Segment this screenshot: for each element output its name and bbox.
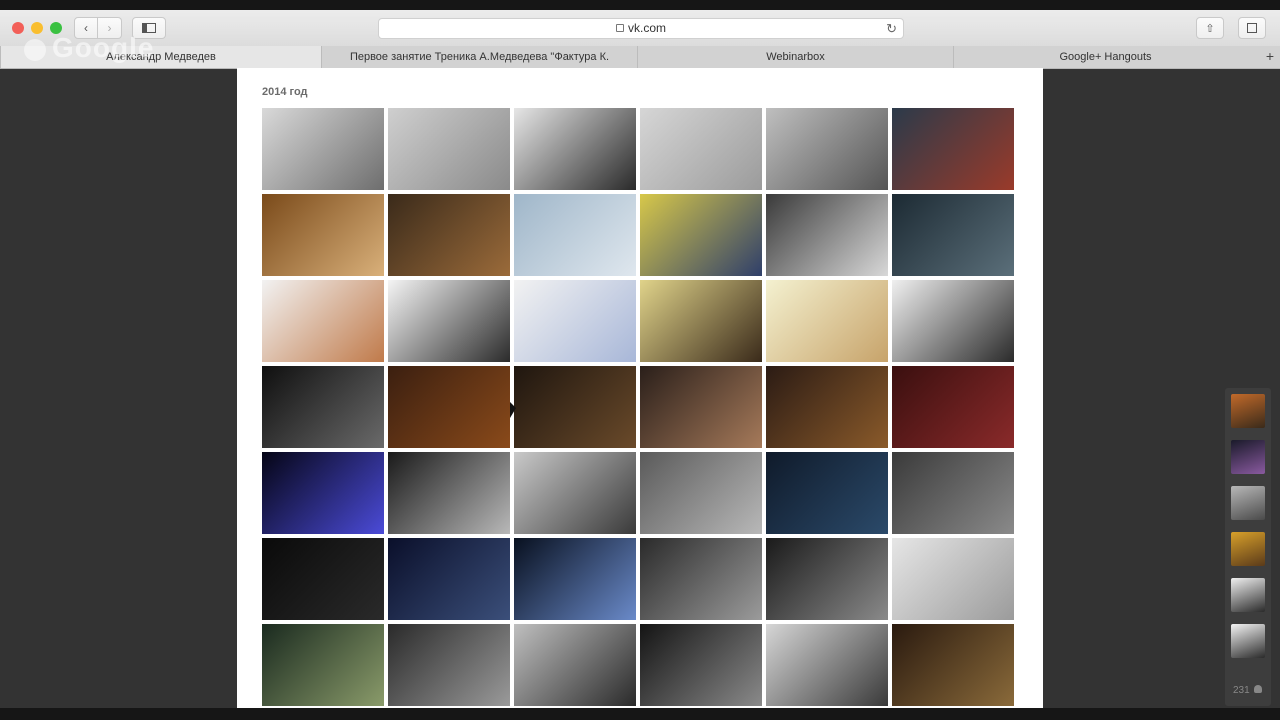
photo-thumbnail[interactable] — [766, 452, 888, 534]
photo-thumbnail[interactable] — [262, 108, 384, 190]
photo-thumbnail[interactable] — [388, 108, 510, 190]
tab-3[interactable]: Webinarbox — [637, 46, 953, 68]
year-heading: 2014 год — [262, 86, 308, 98]
participant-avatar[interactable] — [1231, 624, 1265, 658]
photo-thumbnail[interactable] — [388, 280, 510, 362]
share-button[interactable]: ⇧ — [1196, 17, 1224, 39]
person-icon — [1253, 685, 1262, 693]
photo-thumbnail[interactable] — [388, 624, 510, 706]
photo-thumbnail[interactable] — [388, 194, 510, 276]
address-bar[interactable]: vk.com ↻ — [378, 18, 904, 39]
tab-2[interactable]: Первое занятие Треника А.Медведева "Факт… — [321, 46, 637, 68]
watermark-text: Google — [52, 32, 155, 63]
participant-avatar[interactable] — [1231, 578, 1265, 612]
tab-label: Первое занятие Треника А.Медведева "Факт… — [349, 51, 610, 63]
photo-thumbnail[interactable] — [262, 538, 384, 620]
hangout-filmstrip: 231 — [1225, 388, 1271, 706]
show-tabs-button[interactable] — [1238, 17, 1266, 39]
photo-thumbnail[interactable] — [640, 108, 762, 190]
vk-photo-page: 2014 год — [237, 68, 1043, 708]
photo-grid — [262, 108, 1018, 706]
photo-thumbnail[interactable] — [388, 366, 510, 448]
tabs-icon — [1247, 23, 1257, 33]
photo-thumbnail[interactable] — [892, 624, 1014, 706]
share-icon: ⇧ — [1205, 22, 1215, 35]
photo-thumbnail[interactable] — [766, 108, 888, 190]
photo-thumbnail[interactable] — [262, 280, 384, 362]
photo-thumbnail[interactable] — [766, 366, 888, 448]
top-black-strip — [0, 0, 1280, 10]
photo-thumbnail[interactable] — [766, 280, 888, 362]
photo-thumbnail[interactable] — [766, 194, 888, 276]
participant-avatar[interactable] — [1231, 532, 1265, 566]
photo-thumbnail[interactable] — [892, 108, 1014, 190]
photo-thumbnail[interactable] — [262, 366, 384, 448]
photo-thumbnail[interactable] — [514, 452, 636, 534]
new-tab-button[interactable]: + — [1266, 48, 1274, 64]
photo-thumbnail[interactable] — [514, 624, 636, 706]
photo-thumbnail[interactable] — [514, 538, 636, 620]
participant-avatar[interactable] — [1231, 394, 1265, 428]
address-text: vk.com — [379, 21, 903, 35]
photo-thumbnail[interactable] — [640, 366, 762, 448]
participant-count-label: 231 — [1233, 685, 1250, 696]
photo-thumbnail[interactable] — [388, 452, 510, 534]
photo-thumbnail[interactable] — [892, 366, 1014, 448]
photo-thumbnail[interactable] — [514, 194, 636, 276]
participant-avatar[interactable] — [1231, 486, 1265, 520]
photo-thumbnail[interactable] — [640, 624, 762, 706]
photo-thumbnail[interactable] — [514, 280, 636, 362]
lock-icon — [615, 24, 624, 32]
photo-thumbnail[interactable] — [262, 194, 384, 276]
google-watermark: Google — [24, 32, 154, 64]
photo-thumbnail[interactable] — [640, 194, 762, 276]
close-window-button[interactable] — [12, 22, 24, 34]
photo-thumbnail[interactable] — [892, 452, 1014, 534]
reload-icon[interactable]: ↻ — [886, 21, 897, 37]
tab-label: Webinarbox — [766, 51, 825, 63]
photo-thumbnail[interactable] — [892, 538, 1014, 620]
browser-toolbar: ‹ › vk.com ↻ ⇧ — [0, 10, 1280, 46]
photo-thumbnail[interactable] — [640, 452, 762, 534]
participant-avatar[interactable] — [1231, 440, 1265, 474]
bottom-black-strip — [0, 708, 1280, 720]
photo-thumbnail[interactable] — [766, 538, 888, 620]
photo-thumbnail[interactable] — [262, 624, 384, 706]
participant-count: 231 — [1233, 685, 1262, 696]
tab-label: Google+ Hangouts — [1059, 51, 1152, 63]
photo-thumbnail[interactable] — [640, 280, 762, 362]
photo-thumbnail[interactable] — [766, 624, 888, 706]
tab-bar: Александр Медведев Первое занятие Треник… — [0, 46, 1280, 69]
photo-thumbnail[interactable] — [514, 108, 636, 190]
url-label: vk.com — [627, 21, 666, 35]
photo-thumbnail[interactable] — [892, 280, 1014, 362]
mouse-cursor — [510, 402, 516, 418]
photo-thumbnail[interactable] — [262, 452, 384, 534]
photo-thumbnail[interactable] — [514, 366, 636, 448]
photo-thumbnail[interactable] — [640, 538, 762, 620]
photo-thumbnail[interactable] — [388, 538, 510, 620]
tab-4[interactable]: Google+ Hangouts — [953, 46, 1257, 68]
hangouts-logo-icon — [24, 38, 46, 61]
photo-thumbnail[interactable] — [892, 194, 1014, 276]
